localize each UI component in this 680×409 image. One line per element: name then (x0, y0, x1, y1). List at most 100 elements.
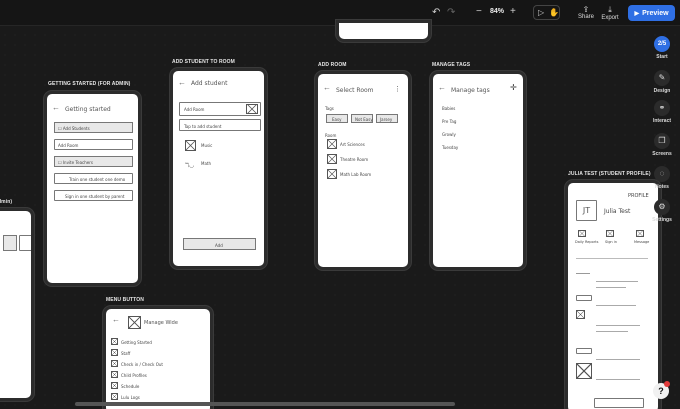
frame-add-room[interactable]: ← Select Room ⋮ Tags Easy Not Easy Jarse… (315, 71, 411, 270)
play-icon: ▶ (634, 10, 640, 17)
tag-item[interactable]: Tuesday (442, 145, 458, 150)
menu-icon (111, 393, 118, 400)
tag-chip[interactable]: Jarsey (376, 114, 398, 123)
message-icon[interactable] (636, 230, 644, 237)
comment-icon: ◌ (654, 166, 670, 182)
sidebar-item-notes[interactable]: ◌ Notes (648, 166, 676, 190)
screen-title: Select Room (336, 87, 374, 94)
feed-line (596, 359, 640, 360)
list-item[interactable]: Add Room (54, 139, 133, 150)
checkbox-icon[interactable] (327, 139, 337, 149)
sidebar-item-settings[interactable]: ⚙ Settings (648, 199, 676, 223)
avatar-placeholder-icon (128, 316, 141, 329)
frame-label-manage-tags: MANAGE TAGS (432, 62, 471, 68)
frame-getting-started[interactable]: ← Getting started ☐ Add Students Add Roo… (44, 91, 141, 286)
menu-item[interactable]: Schedule (121, 384, 139, 389)
menu-icon (111, 338, 118, 345)
tag-item[interactable]: Babies (442, 106, 455, 111)
tag-item[interactable]: Pre Tag (442, 119, 456, 124)
step-progress[interactable]: 2/5 Start (648, 36, 676, 60)
checkbox-icon[interactable] (327, 169, 337, 179)
share-button[interactable]: ⇪ Share (574, 5, 598, 20)
menu-item[interactable]: Staff (121, 351, 130, 356)
profile-title: PROFILE (628, 193, 649, 199)
back-arrow-icon[interactable]: ← (52, 104, 60, 112)
share-label: Share (577, 14, 594, 20)
preview-button[interactable]: ▶ Preview (628, 5, 675, 21)
select-tool-icon[interactable]: ▷ (538, 8, 544, 18)
add-button[interactable]: Add (183, 238, 256, 250)
frame-menu-button[interactable]: ← Manage Wide Getting Started Staff Chec… (103, 306, 213, 409)
frame-julia-profile[interactable]: PROFILE JT Julia Test Daily Reports Sign… (565, 180, 661, 409)
list-item[interactable]: ☐ Add Students (54, 122, 133, 133)
back-arrow-icon[interactable]: ← (178, 79, 186, 87)
pencil-icon: ✎ (654, 70, 670, 86)
frame-label-add-student: ADD STUDENT TO ROOM (172, 59, 235, 65)
frame-label-partial: dmin) (0, 199, 13, 205)
redo-icon[interactable]: ↷ (447, 8, 455, 18)
horizontal-scrollbar[interactable] (75, 402, 455, 406)
export-button[interactable]: ⤓ Export (598, 5, 622, 21)
frame-left-partial[interactable] (0, 208, 34, 401)
download-icon: ⤓ (608, 5, 612, 14)
frame-manage-tags[interactable]: ← Manage tags ✛ Babies Pre Tag Growly Tu… (430, 71, 526, 270)
screen-title: Getting started (65, 106, 111, 113)
sign-in-icon[interactable] (606, 230, 614, 237)
menu-icon (111, 360, 118, 367)
menu-icon (111, 382, 118, 389)
search-field[interactable]: Add Room (179, 102, 261, 116)
back-arrow-icon[interactable]: ← (323, 84, 331, 92)
settings-label: Settings (652, 217, 672, 223)
tap-to-add[interactable]: Tap to add student (179, 119, 261, 131)
sketch-scribble: ℸ◡ (185, 162, 195, 169)
sidebar-item-interact[interactable]: ⚭ Interact (648, 100, 676, 124)
image-placeholder-icon (576, 310, 585, 319)
zoom-out-button[interactable]: − (476, 7, 482, 17)
zoom-in-button[interactable]: + (510, 7, 516, 17)
action-label: Sign in (605, 240, 617, 244)
checkbox-icon[interactable] (327, 154, 337, 164)
start-label: Start (656, 54, 668, 60)
menu-item[interactable]: Child Profiles (121, 373, 147, 378)
export-label: Export (601, 15, 619, 21)
frame-top-partial[interactable] (336, 20, 431, 42)
tag-chip[interactable]: Easy (326, 114, 348, 123)
tag-item[interactable]: Growly (442, 132, 456, 137)
list-item[interactable]: Train one student one demo (54, 173, 133, 184)
avatar: JT (576, 200, 597, 221)
share-icon: ⇪ (582, 5, 590, 14)
list-item-label: Music (201, 143, 213, 148)
add-icon[interactable]: ✛ (510, 83, 517, 92)
frame-label-julia: JULIA TEST (STUDENT PROFILE) (568, 171, 651, 177)
list-item[interactable]: ☐ Invite Teachers (54, 156, 133, 167)
screens-label: Screens (652, 151, 672, 157)
back-arrow-icon[interactable]: ← (438, 84, 446, 92)
frame-add-student[interactable]: ← Add student Add Room Tap to add studen… (170, 68, 267, 269)
menu-item[interactable]: Getting Started (121, 340, 152, 345)
sketch-box (3, 235, 17, 251)
more-icon[interactable]: ⋮ (394, 85, 401, 93)
undo-icon[interactable]: ↶ (432, 8, 440, 18)
list-item[interactable]: Sign in one student by parent (54, 190, 133, 201)
feed-chip (576, 295, 592, 301)
screens-icon: ❐ (654, 133, 670, 149)
design-label: Design (653, 88, 671, 94)
section-title: Room (325, 133, 337, 138)
frame-label-menu-button: MENU BUTTON (106, 297, 144, 303)
menu-item[interactable]: Check in / Check Out (121, 362, 163, 367)
design-canvas[interactable]: ↶ ↷ − 84% + ▷ ✋ ⇪ Share ⤓ Export ▶ Previ… (0, 0, 680, 409)
feed-chip (576, 348, 592, 354)
reports-icon[interactable] (578, 230, 586, 237)
action-label: Message (634, 240, 650, 244)
menu-item[interactable]: Lulu Logs (121, 395, 140, 400)
hand-tool-icon[interactable]: ✋ (549, 8, 559, 18)
tag-chip[interactable]: Not Easy (351, 114, 373, 123)
sidebar-item-design[interactable]: ✎ Design (648, 70, 676, 94)
back-arrow-icon[interactable]: ← (112, 316, 120, 324)
feed-line (576, 273, 590, 274)
zoom-level[interactable]: 84% (490, 8, 504, 15)
link-icon: ⚭ (654, 100, 670, 116)
frame-label-add-room: ADD ROOM (318, 62, 347, 68)
feed-line (596, 379, 640, 380)
sidebar-item-screens[interactable]: ❐ Screens (648, 133, 676, 157)
